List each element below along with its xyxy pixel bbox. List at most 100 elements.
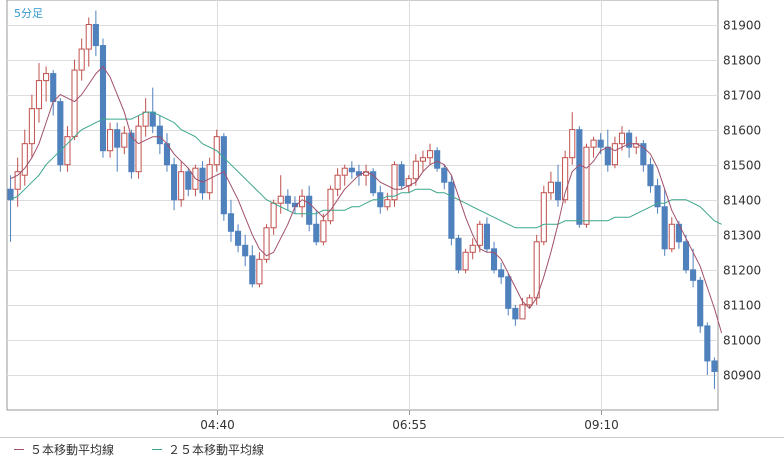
candle-body	[277, 195, 284, 204]
candle-body	[505, 276, 512, 309]
candle-body	[227, 213, 235, 232]
candle-body	[476, 223, 483, 246]
candle-body	[135, 125, 142, 173]
candle-body	[682, 241, 690, 271]
x-tick-label: 06:55	[392, 418, 427, 432]
x-tick-label: 04:40	[200, 418, 235, 432]
candle-body	[618, 132, 626, 145]
y-tick-label: 81800	[723, 54, 761, 68]
candle-body	[313, 223, 320, 243]
candle-body	[398, 164, 405, 187]
candle-body	[85, 24, 92, 50]
candle-body	[71, 69, 78, 138]
x-tick-label: 09:10	[584, 418, 619, 432]
candle-body	[348, 167, 355, 173]
chart-container: 81900 81800 81700 81600 81500 81400 81300 81200…	[0, 0, 784, 462]
candle-body	[711, 360, 718, 372]
candle-body	[99, 45, 107, 152]
candle-body	[50, 73, 57, 103]
candle-body	[483, 223, 490, 250]
candle-body	[697, 279, 704, 327]
candle-body	[142, 111, 149, 127]
candle-body	[547, 181, 554, 194]
candle-body	[185, 171, 192, 190]
candle-body	[384, 199, 391, 208]
candle-body	[320, 220, 327, 243]
candle-body	[661, 206, 668, 250]
candle-body	[540, 192, 547, 243]
candle-body	[647, 164, 654, 187]
candle-body	[121, 132, 128, 148]
legend-item-ma25: ２５本移動平均線	[152, 441, 264, 458]
candle-body	[391, 164, 398, 201]
candle-body	[590, 139, 597, 148]
candle-body	[469, 244, 476, 253]
candle-body	[306, 195, 313, 225]
candle-body	[7, 188, 14, 201]
legend-label-ma25: ２５本移動平均線	[168, 443, 265, 457]
candle-body	[604, 146, 611, 166]
candle-body	[149, 111, 156, 127]
candle-body	[448, 181, 455, 239]
candle-body	[78, 48, 85, 71]
candle-body	[64, 136, 71, 166]
candle-body	[569, 129, 576, 159]
y-tick-label: 81100	[723, 299, 761, 313]
candle-body	[412, 160, 419, 180]
candle-body	[114, 129, 121, 148]
candle-body	[426, 150, 434, 159]
candle-body	[156, 125, 163, 145]
y-tick-label: 81600	[723, 124, 761, 138]
candle-body	[576, 129, 583, 225]
candle-body	[57, 101, 64, 166]
legend-label-ma5: ５本移動平均線	[30, 443, 115, 457]
candle-body	[178, 171, 185, 201]
candle-body	[28, 108, 35, 145]
y-tick-label: 81900	[723, 19, 761, 33]
candle-body	[284, 195, 291, 204]
candle-body	[526, 297, 533, 306]
candle-body	[256, 258, 263, 285]
candle-body	[690, 269, 697, 281]
ma25-swatch	[152, 449, 162, 450]
candle-body	[43, 73, 50, 82]
candle-body	[441, 167, 448, 183]
candle-body	[14, 171, 21, 190]
candle-body	[512, 307, 519, 320]
y-tick-label: 80900	[723, 369, 761, 383]
candle-body	[270, 202, 277, 229]
candle-body	[583, 146, 590, 225]
candle-body	[434, 150, 441, 169]
candle-body	[704, 325, 711, 362]
candle-body	[35, 80, 43, 110]
candle-body	[597, 139, 604, 148]
candle-body	[668, 223, 675, 250]
y-tick-label: 81300	[723, 229, 761, 243]
candle-body	[334, 174, 341, 190]
ma5-swatch	[14, 449, 24, 450]
candle-body	[235, 230, 242, 246]
y-tick-label: 81200	[723, 264, 761, 278]
candle-body	[199, 167, 206, 194]
candle-body	[107, 129, 114, 152]
y-tick-label: 81000	[723, 334, 761, 348]
candle-body	[554, 181, 562, 201]
candle-body	[462, 251, 469, 271]
candle-body	[249, 255, 256, 285]
y-tick-label: 81700	[723, 89, 761, 103]
timeframe-label: 5分足	[14, 7, 43, 20]
legend-item-ma5: ５本移動平均線	[14, 441, 114, 458]
candle-body	[171, 164, 178, 201]
candle-body	[327, 188, 334, 222]
candle-body	[611, 143, 618, 166]
candle-body	[341, 167, 348, 176]
candle-body	[419, 157, 426, 162]
candle-body	[519, 304, 526, 320]
price-chart: 81900 81800 81700 81600 81500 81400 81300 81200…	[0, 0, 784, 438]
candle-body	[242, 244, 249, 257]
candle-body	[533, 241, 540, 299]
legend: ５本移動平均線 ２５本移動平均線	[0, 438, 784, 460]
candle-body	[455, 237, 462, 271]
candle-body	[92, 24, 99, 47]
candle-body	[498, 269, 505, 278]
